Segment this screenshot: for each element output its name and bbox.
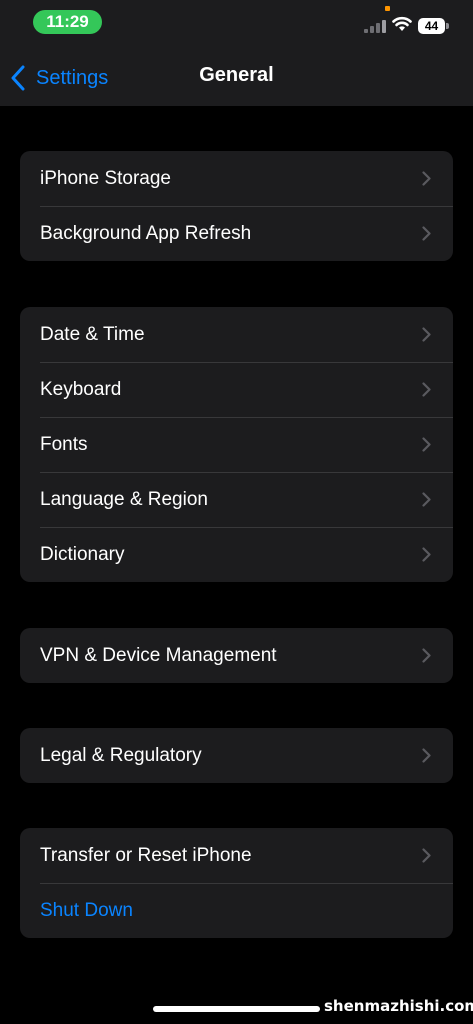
chevron-right-icon [422, 648, 431, 663]
row-label: Background App Refresh [40, 222, 252, 244]
chevron-right-icon [422, 492, 431, 507]
chevron-right-icon [422, 437, 431, 452]
wifi-icon [392, 16, 412, 31]
row-transfer-reset-iphone[interactable]: Transfer or Reset iPhone [20, 828, 453, 883]
shut-down-label: Shut Down [40, 899, 133, 921]
row-label: Transfer or Reset iPhone [40, 844, 252, 866]
row-label: VPN & Device Management [40, 644, 277, 666]
row-vpn-device-management[interactable]: VPN & Device Management [20, 628, 453, 683]
row-label: Keyboard [40, 378, 122, 400]
settings-group-storage: iPhone Storage Background App Refresh [20, 151, 453, 261]
home-indicator[interactable] [153, 1006, 320, 1012]
navigation-bar: 11:29 44 Settings General [0, 0, 473, 106]
settings-group-legal: Legal & Regulatory [20, 728, 453, 783]
row-date-time[interactable]: Date & Time [20, 307, 453, 362]
battery-tip [446, 23, 449, 29]
chevron-right-icon [422, 748, 431, 763]
row-label: Dictionary [40, 543, 125, 565]
row-fonts[interactable]: Fonts [20, 417, 453, 472]
battery-icon: 44 [418, 18, 445, 34]
shut-down-button[interactable]: Shut Down [20, 883, 453, 938]
chevron-right-icon [422, 327, 431, 342]
watermark: shenmazhishi.com [324, 997, 473, 1015]
status-time[interactable]: 11:29 [33, 10, 102, 34]
row-label: Legal & Regulatory [40, 744, 202, 766]
privacy-indicator-icon [385, 6, 390, 11]
settings-group-vpn: VPN & Device Management [20, 628, 453, 683]
settings-group-reset: Transfer or Reset iPhone Shut Down [20, 828, 453, 938]
row-label: iPhone Storage [40, 167, 171, 189]
row-keyboard[interactable]: Keyboard [20, 362, 453, 417]
chevron-right-icon [422, 171, 431, 186]
row-background-app-refresh[interactable]: Background App Refresh [20, 206, 453, 261]
chevron-right-icon [422, 547, 431, 562]
row-language-region[interactable]: Language & Region [20, 472, 453, 527]
row-label: Fonts [40, 433, 88, 455]
row-legal-regulatory[interactable]: Legal & Regulatory [20, 728, 453, 783]
row-label: Language & Region [40, 488, 208, 510]
chevron-right-icon [422, 382, 431, 397]
chevron-right-icon [422, 226, 431, 241]
settings-group-locale: Date & Time Keyboard Fonts Language & Re… [20, 307, 453, 582]
chevron-right-icon [422, 848, 431, 863]
row-dictionary[interactable]: Dictionary [20, 527, 453, 582]
row-label: Date & Time [40, 323, 145, 345]
page-title: General [199, 64, 274, 86]
cellular-signal-icon [364, 17, 386, 33]
row-iphone-storage[interactable]: iPhone Storage [20, 151, 453, 206]
